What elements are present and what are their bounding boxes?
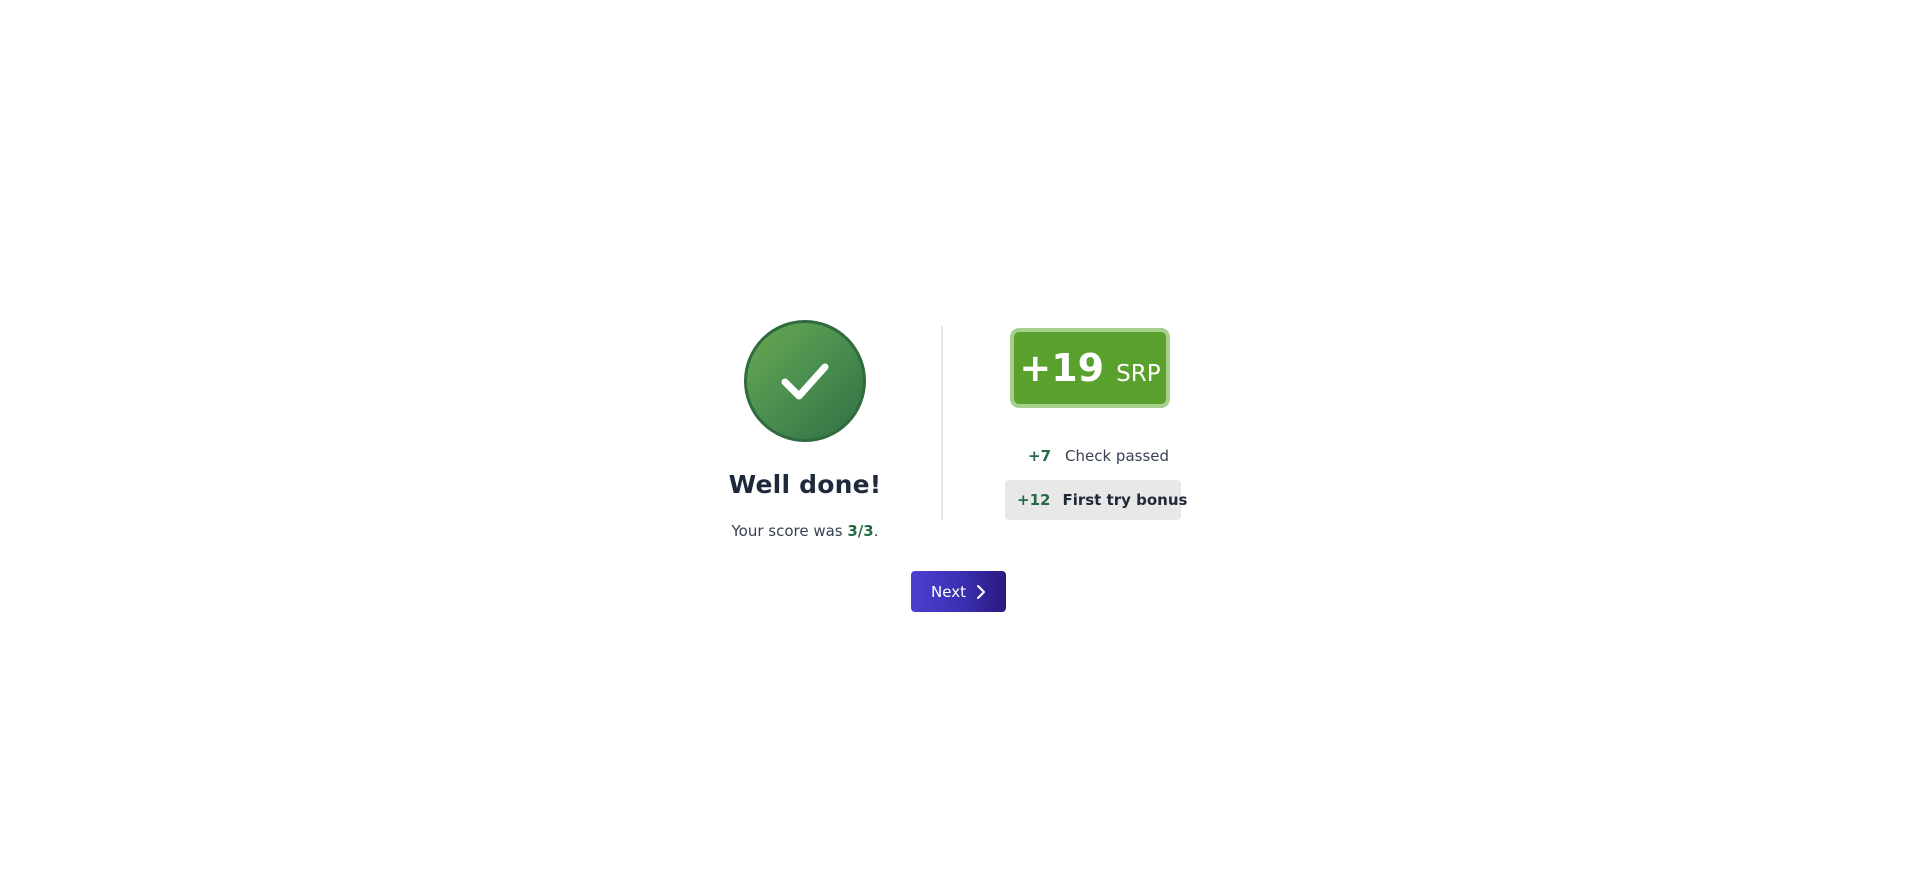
next-button-label: Next (931, 582, 966, 601)
success-badge (744, 320, 866, 442)
score-prefix: Your score was (731, 522, 848, 540)
quiz-result-screen: Well done! Your score was 3/3. +19 SRP +… (0, 0, 1917, 896)
reward-row-label: Check passed (1065, 447, 1170, 465)
reward-row-amount: +12 (1017, 491, 1051, 509)
result-headline: Well done! (728, 470, 882, 499)
chevron-right-icon (976, 584, 985, 599)
reward-row-first-try-bonus: +12 First try bonus (1005, 480, 1187, 520)
score-line: Your score was 3/3. (670, 522, 940, 540)
reward-row-amount: +7 (1028, 447, 1052, 465)
result-panel: Well done! Your score was 3/3. +19 SRP +… (720, 318, 1190, 542)
srp-unit: SRP (1116, 361, 1161, 387)
score-value: 3/3 (847, 522, 874, 540)
srp-total-badge: +19 SRP (1010, 328, 1170, 408)
reward-row-check-passed: +7 Check passed (1006, 436, 1182, 476)
column-divider (941, 326, 943, 520)
score-suffix: . (873, 522, 879, 540)
checkmark-icon (781, 363, 829, 400)
next-button[interactable]: Next (911, 571, 1006, 612)
reward-row-label: First try bonus (1062, 491, 1188, 509)
srp-total-amount: +19 (1019, 346, 1105, 390)
